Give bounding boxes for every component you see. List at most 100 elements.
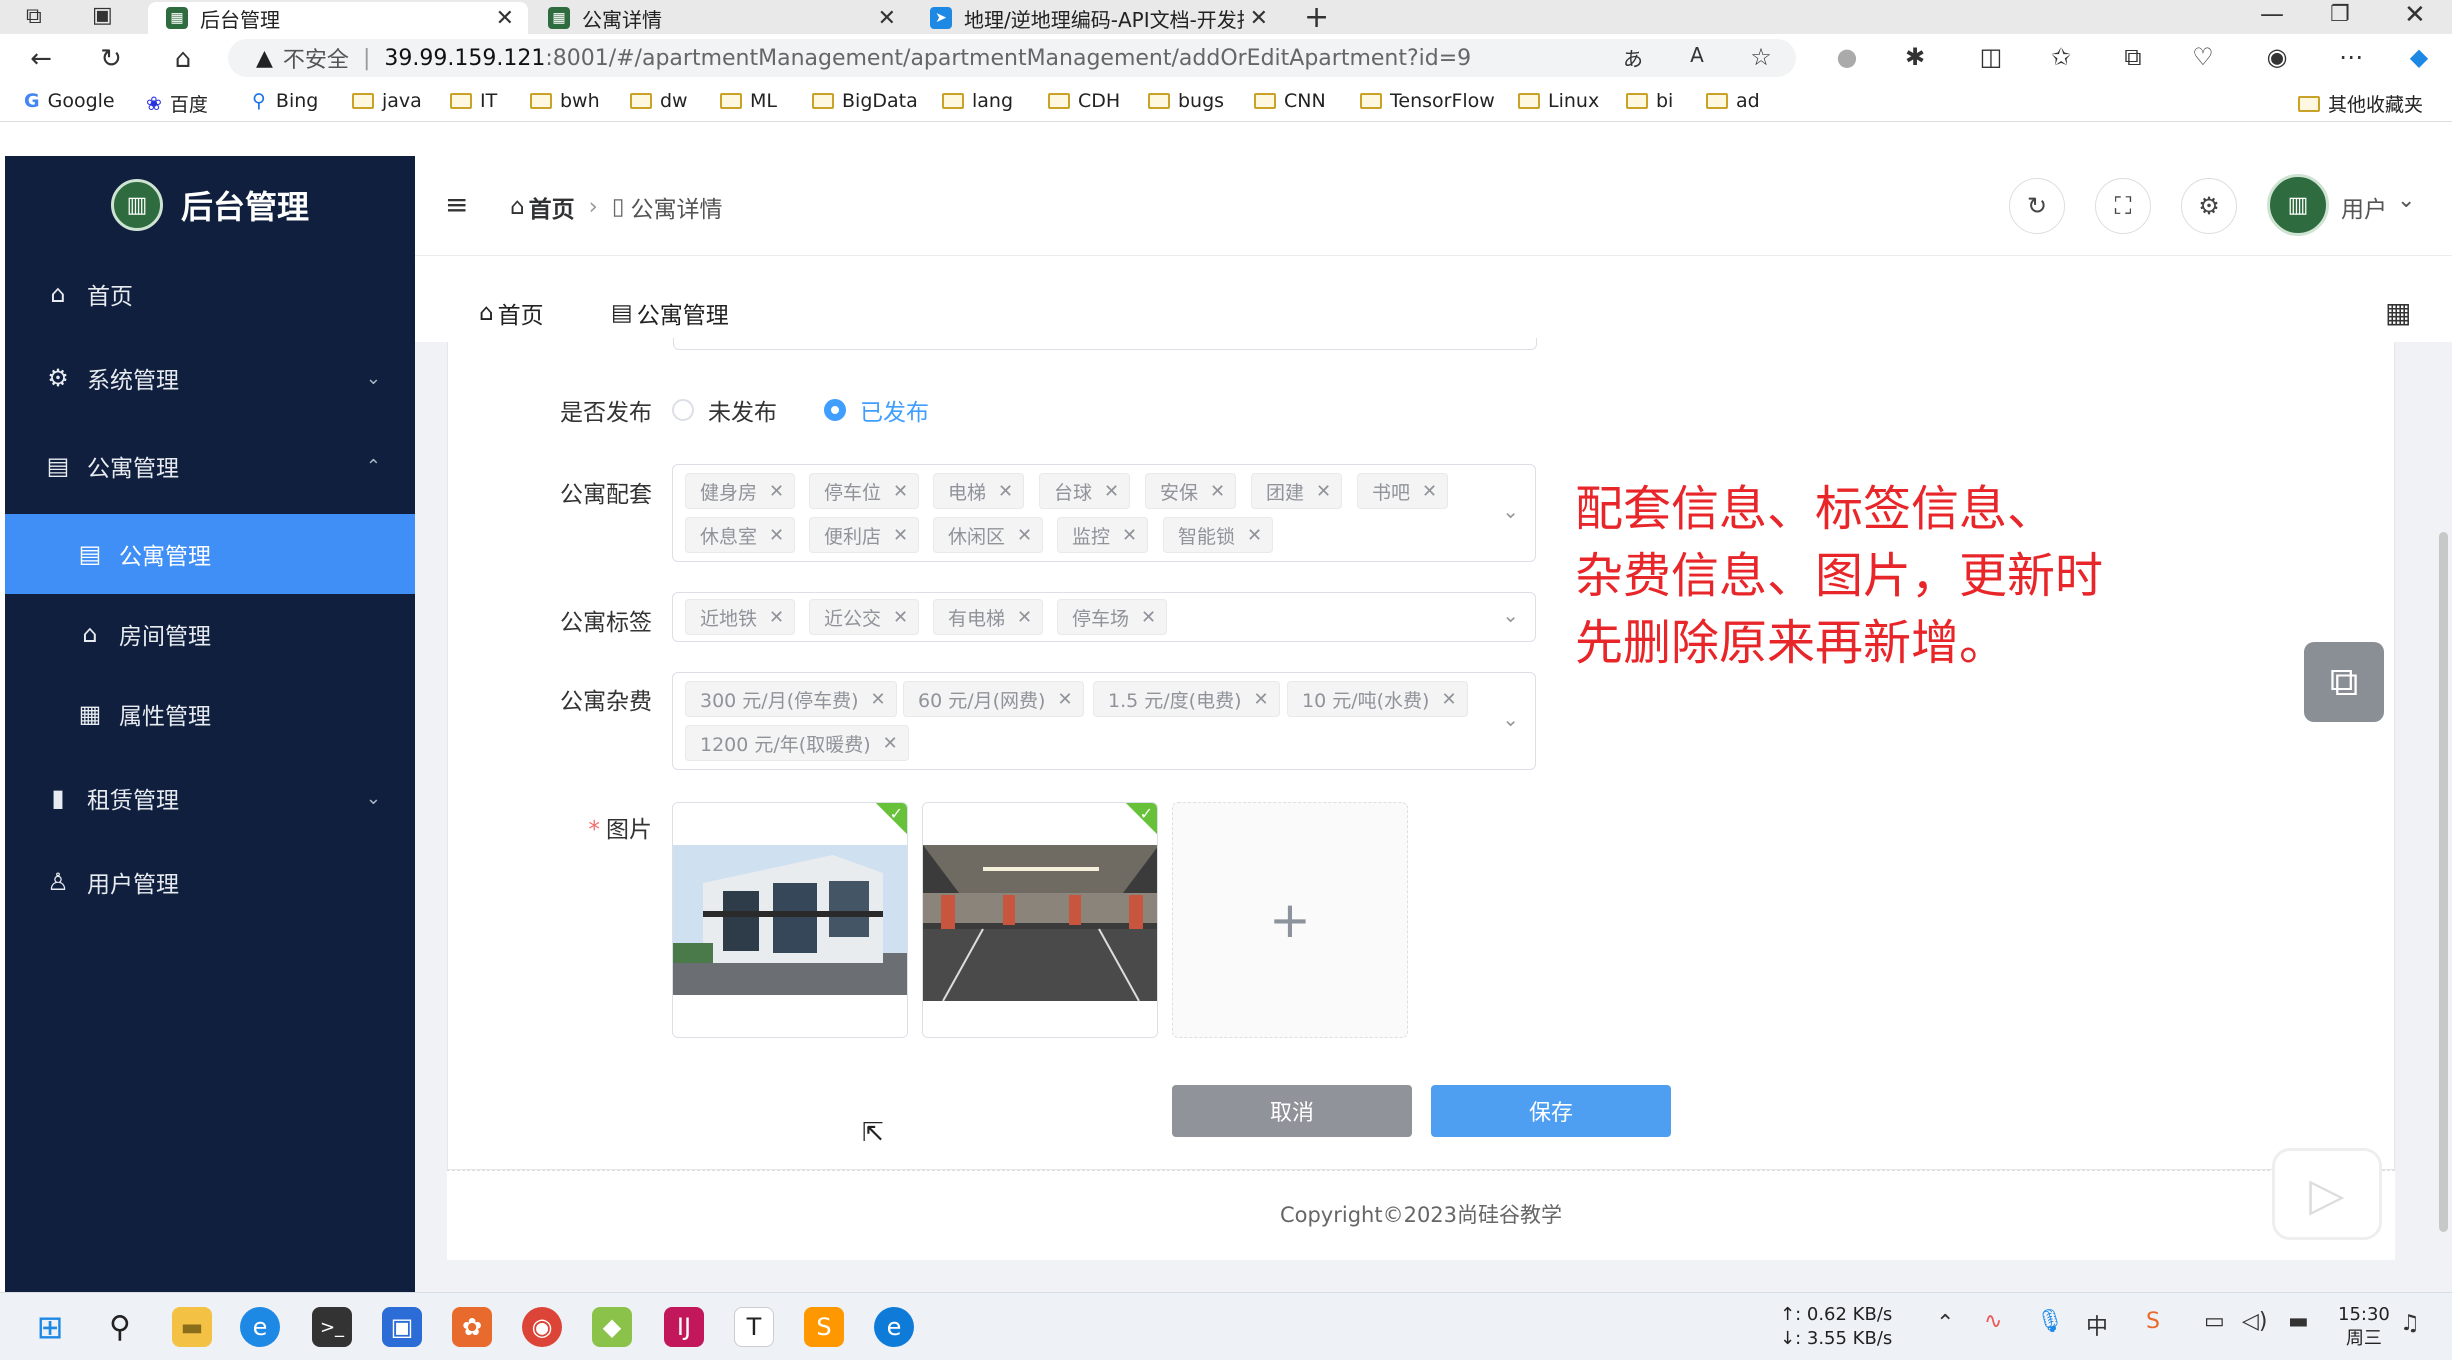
intellij-icon[interactable]: IJ [664,1307,704,1347]
edge-icon[interactable]: e [240,1307,280,1347]
sidebar-item-apartment-group[interactable]: ▤ 公寓管理 ⌃ [5,426,415,506]
close-tab-icon[interactable]: ✕ [496,6,514,31]
bookmark-bing[interactable]: ⚲ Bing [252,90,318,112]
uploaded-image-parking[interactable]: ✓ [922,802,1158,1038]
refresh-icon[interactable]: ↻ [94,42,128,76]
close-icon[interactable]: ✕ [883,733,898,754]
close-icon[interactable]: ✕ [1017,607,1032,628]
refresh-button[interactable]: ↻ [2009,178,2065,234]
close-icon[interactable]: ✕ [1253,689,1268,710]
sidebar-item-lease[interactable]: ▮ 租赁管理 ⌄ [5,758,415,838]
maximize-icon[interactable]: ❐ [2330,2,2350,27]
store-icon[interactable]: ▣ [382,1307,422,1347]
back-icon[interactable]: ← [24,42,58,76]
sidebar-item-room[interactable]: ⌂ 房间管理 [5,594,415,674]
labels-select[interactable]: 近地铁 ✕ 近公交 ✕ 有电梯 ✕ 停车场 ✕ ⌄ [672,592,1536,642]
read-aloud-icon[interactable]: A [1680,43,1714,67]
record-icon[interactable]: ● [1830,43,1864,71]
uploaded-image-building[interactable]: ✓ [672,802,908,1038]
sidebar-item-home[interactable]: ⌂ 首页 [5,254,415,334]
tab-actions-icon[interactable]: ▣ [92,3,113,28]
close-icon[interactable]: ✕ [893,607,908,628]
close-icon[interactable]: ✕ [769,607,784,628]
bookmark-folder[interactable]: java [352,90,422,112]
close-tab-icon[interactable]: ✕ [878,6,896,31]
bookmark-folder[interactable]: IT [450,90,497,112]
close-window-icon[interactable]: ✕ [2404,0,2426,30]
sidebar-item-attribute[interactable]: ▦ 属性管理 [5,674,415,754]
favorites-icon[interactable]: ✩ [2044,43,2078,71]
copilot-icon[interactable]: ◆ [2402,43,2436,71]
new-tab-icon[interactable]: + [1304,0,1329,35]
facilities-select[interactable]: 健身房 ✕ 停车位 ✕ 电梯 ✕ 台球 ✕ 安保 ✕ 团建 ✕ 书吧 ✕ 休息室 ✕ 便利店 ✕ … [672,464,1536,562]
split-screen-icon[interactable]: ◫ [1974,43,2008,71]
home-icon[interactable]: ⌂ [166,42,200,76]
upload-add-button[interactable]: + [1172,802,1408,1038]
settings-button[interactable]: ⚙ [2181,178,2237,234]
breadcrumb-home[interactable]: 首页 [529,190,575,224]
collections-icon[interactable]: ⧉ [2116,43,2150,71]
bookmark-baidu[interactable]: ❀ 百度 [146,90,208,117]
play-icon[interactable]: ▷ [2272,1148,2382,1240]
other-bookmarks[interactable]: 其他收藏夹 [2298,90,2423,117]
bookmark-folder[interactable]: bwh [530,90,600,112]
edge-dev-icon[interactable]: e [874,1307,914,1347]
chevron-up-icon[interactable]: ⌃ [1936,1311,1954,1336]
app-orange-icon[interactable]: ✿ [452,1307,492,1347]
browser-tab-admin[interactable]: ▦ 后台管理 ✕ [148,2,528,34]
volume-icon[interactable]: ◁) [2242,1309,2268,1334]
bookmark-folder[interactable]: bi [1626,90,1673,112]
browser-tab-amap[interactable]: ➤ 地理/逆地理编码-API文档-开发指 ✕ [912,2,1282,34]
close-icon[interactable]: ✕ [998,481,1013,502]
microphone-icon[interactable]: 🎙 [2036,1309,2064,1334]
close-icon[interactable]: ✕ [1441,689,1456,710]
bookmark-google[interactable]: G Google [24,90,115,112]
search-icon[interactable]: ⚲ [100,1307,140,1347]
close-icon[interactable]: ✕ [769,525,784,546]
chevron-down-icon[interactable]: ⌄ [1502,707,1519,731]
display-icon[interactable]: ▭ [2204,1309,2225,1334]
tag-apartment[interactable]: ▤ 公寓管理 [611,296,729,330]
file-explorer-icon[interactable]: ▬ [172,1307,212,1347]
close-icon[interactable]: ✕ [893,525,908,546]
close-icon[interactable]: ✕ [1017,525,1032,546]
input-method-icon[interactable]: 中 [2086,1309,2108,1341]
sublime-icon[interactable]: S [804,1307,844,1347]
bookmark-folder[interactable]: CDH [1048,90,1120,112]
close-icon[interactable]: ✕ [1247,525,1262,546]
radio-published[interactable]: 已发布 [824,393,929,427]
extensions-icon[interactable]: ✱ [1898,43,1932,71]
typora-icon[interactable]: T [734,1307,774,1347]
fees-select[interactable]: 300 元/月(停车费) ✕ 60 元/月(网费) ✕ 1.5 元/度(电费) ✕ 1… [672,672,1536,770]
bookmark-folder[interactable]: lang [942,90,1013,112]
cancel-button[interactable]: 取消 [1172,1085,1412,1137]
close-icon[interactable]: ✕ [1141,607,1156,628]
clock[interactable]: 15:30 周三 [2338,1303,2390,1351]
start-icon[interactable]: ⊞ [30,1307,70,1347]
favorite-star-icon[interactable]: ☆ [1744,43,1778,71]
minimize-icon[interactable]: — [2260,0,2284,28]
bookmark-folder[interactable]: dw [630,90,688,112]
close-icon[interactable]: ✕ [1122,525,1137,546]
sidebar-item-apartment[interactable]: ▤ 公寓管理 [5,514,415,594]
tray-s-icon[interactable]: S [2146,1309,2160,1334]
bookmark-folder[interactable]: bugs [1148,90,1224,112]
bookmark-folder[interactable]: CNN [1254,90,1326,112]
chevron-down-icon[interactable]: ⌄ [1502,603,1519,627]
more-icon[interactable]: ⋯ [2334,43,2368,71]
close-tab-icon[interactable]: ✕ [1250,6,1268,31]
close-icon[interactable]: ✕ [1316,481,1331,502]
bookmark-folder[interactable]: TensorFlow [1360,90,1495,112]
warning-icon[interactable]: ▲ [256,46,273,71]
translate-icon[interactable]: あ [1616,43,1650,72]
close-icon[interactable]: ✕ [1210,481,1225,502]
bookmark-folder[interactable]: BigData [812,90,918,112]
bookmark-folder[interactable]: ML [720,90,777,112]
tray-app-icon[interactable]: ∿ [1984,1309,2002,1334]
scrollbar-thumb[interactable] [2439,532,2448,1232]
chevron-down-icon[interactable]: ⌄ [2397,188,2415,213]
chrome-icon[interactable]: ◉ [522,1307,562,1347]
avatar[interactable]: ▥ [2267,174,2329,236]
chevron-down-icon[interactable]: ⌄ [1502,499,1519,523]
terminal-icon[interactable]: >_ [312,1307,352,1347]
